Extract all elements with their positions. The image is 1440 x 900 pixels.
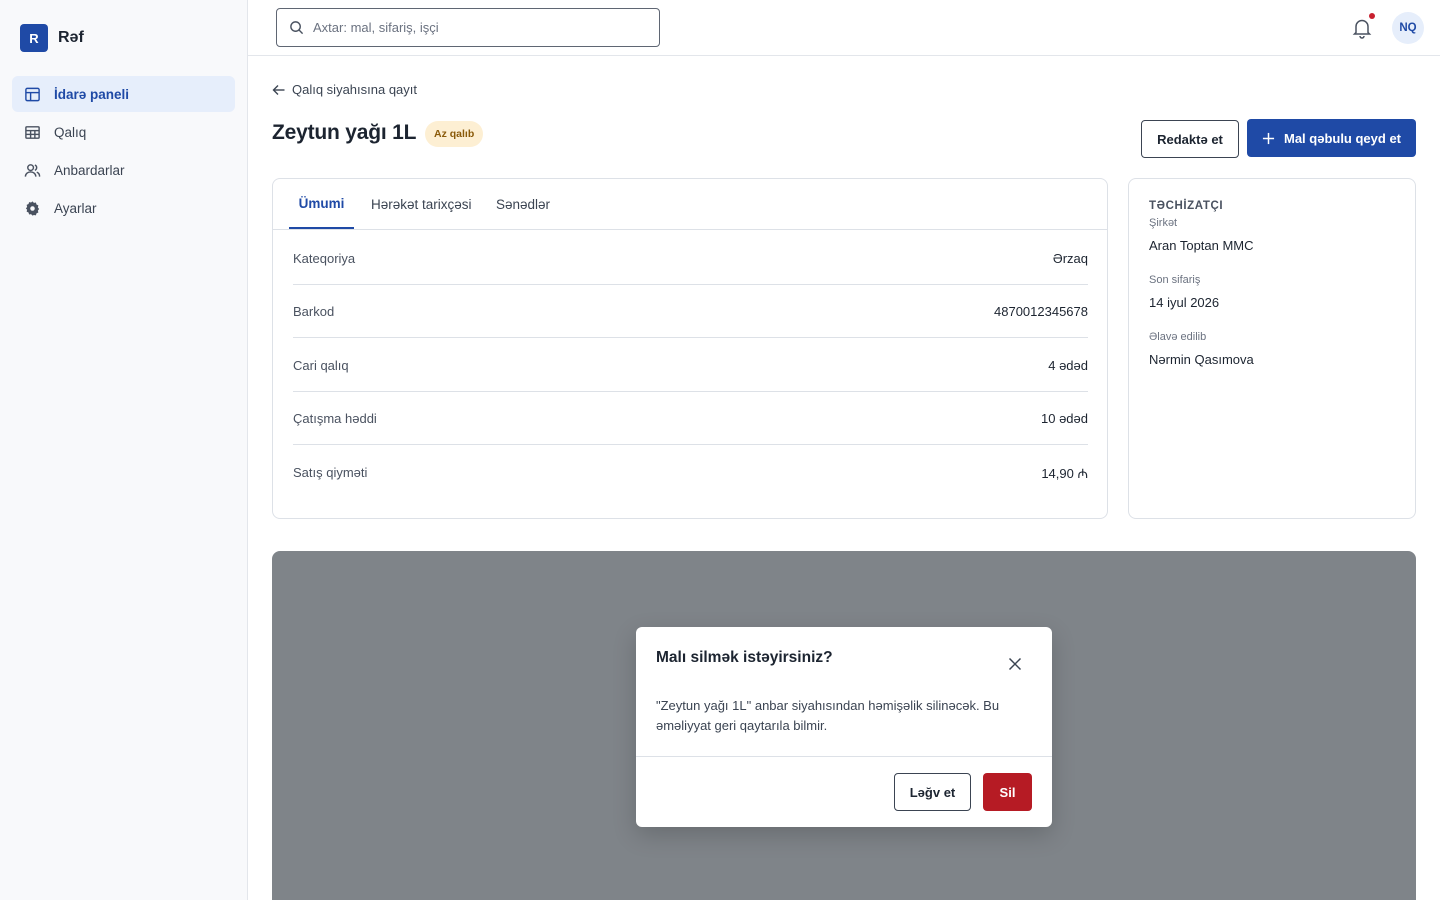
back-link[interactable]: Qalıq siyahısına qayıt: [272, 82, 417, 97]
supplier-field-label: Əlavə edilib: [1149, 331, 1207, 343]
arrow-left-icon: [272, 84, 285, 95]
sidebar-item-dashboard[interactable]: İdarə paneli: [12, 76, 235, 112]
detail-row-current-stock: Cari qalıq 4 ədəd: [293, 338, 1088, 392]
delete-button[interactable]: Sil: [983, 773, 1032, 811]
detail-row-category: Kateqoriya Ərzaq: [293, 231, 1088, 285]
dialog-message: "Zeytun yağı 1L" anbar siyahısından həmi…: [656, 698, 1000, 733]
record-receipt-label: Mal qəbulu qeyd et: [1283, 130, 1401, 146]
sidebar-item-stock[interactable]: Qalıq: [12, 114, 235, 150]
dashboard-icon: [25, 87, 40, 101]
supplier-field-label: Son sifariş: [1149, 274, 1201, 286]
dialog-divider: [636, 756, 1052, 757]
table-icon: [25, 125, 40, 139]
sidebar: R Rəf İdarə paneli Qalıq Anbardarlar Aya…: [0, 0, 248, 900]
supplier-added-by: Nərmin Qasımova: [1149, 352, 1254, 367]
sidebar-nav: İdarə paneli Qalıq Anbardarlar Ayarlar: [12, 76, 235, 228]
supplier-title: TƏCHİZATÇI: [1149, 200, 1224, 212]
detail-value: 4 ədəd: [1048, 357, 1088, 373]
gear-icon: [25, 200, 40, 216]
status-badge: Az qalıb: [425, 121, 484, 147]
detail-label: Çatışma həddi: [293, 411, 377, 427]
sidebar-item-label: Ayarlar: [54, 200, 97, 216]
supplier-company: Aran Toptan MMC: [1149, 238, 1254, 253]
detail-row-barcode: Barkod 4870012345678: [293, 285, 1088, 338]
tab-movement-history[interactable]: Hərəkət tarixçəsi: [371, 179, 472, 229]
tab-general[interactable]: Ümumi: [289, 179, 354, 229]
details-list: Kateqoriya Ərzaq Barkod 4870012345678 Ca…: [293, 231, 1088, 499]
record-receipt-button[interactable]: Mal qəbulu qeyd et: [1247, 119, 1416, 157]
detail-row-sale-price: Satış qiyməti 14,90 ₼: [293, 445, 1088, 499]
product-details-card: Ümumi Hərəkət tarixçəsi Sənədlər Kateqor…: [272, 178, 1108, 519]
cancel-button[interactable]: Ləğv et: [894, 773, 971, 811]
dialog-title: Malı silmək istəyirsiniz?: [656, 649, 833, 666]
search-icon: [290, 21, 304, 35]
search-box[interactable]: [276, 8, 660, 47]
brand-logo: R: [20, 24, 48, 52]
close-icon: [1008, 657, 1022, 671]
sidebar-item-label: İdarə paneli: [54, 86, 130, 102]
detail-label: Cari qalıq: [293, 357, 349, 373]
detail-label: Barkod: [293, 304, 335, 320]
avatar[interactable]: NQ: [1392, 12, 1424, 44]
detail-value: 10 ədəd: [1041, 411, 1088, 427]
search-input[interactable]: [313, 20, 643, 35]
delete-confirm-dialog: Malı silmək istəyirsiniz? "Zeytun yağı 1…: [636, 627, 1052, 827]
page-title: Zeytun yağı 1L: [272, 121, 417, 144]
detail-value: 14,90 ₼: [1041, 465, 1088, 481]
back-link-label: Qalıq siyahısına qayıt: [292, 82, 418, 97]
sidebar-item-label: Anbardarlar: [54, 162, 125, 178]
detail-row-shortage-threshold: Çatışma həddi 10 ədəd: [293, 392, 1088, 445]
tab-bar: Ümumi Hərəkət tarixçəsi Sənədlər: [273, 179, 1107, 230]
topbar: NQ: [248, 0, 1440, 56]
supplier-last-order: 14 iyul 2026: [1149, 295, 1220, 310]
plus-icon: [1262, 132, 1275, 144]
sidebar-item-storekeepers[interactable]: Anbardarlar: [12, 152, 235, 188]
tab-documents[interactable]: Sənədlər: [496, 179, 550, 229]
brand-name: Rəf: [58, 29, 84, 46]
notification-dot: [1369, 13, 1375, 19]
close-button[interactable]: [1004, 653, 1026, 675]
sidebar-item-settings[interactable]: Ayarlar: [12, 190, 235, 226]
detail-label: Kateqoriya: [293, 250, 356, 266]
brand[interactable]: R Rəf: [20, 24, 84, 52]
users-icon: [24, 163, 41, 177]
sidebar-item-label: Qalıq: [54, 124, 87, 140]
supplier-field-label: Şirkət: [1149, 217, 1178, 229]
supplier-card: TƏCHİZATÇI Şirkət Aran Toptan MMC Son si…: [1128, 178, 1416, 519]
detail-value: 4870012345678: [994, 304, 1088, 320]
bell-icon[interactable]: [1352, 17, 1372, 39]
detail-value: Ərzaq: [1052, 250, 1088, 266]
detail-label: Satış qiyməti: [293, 465, 368, 481]
edit-button[interactable]: Redaktə et: [1141, 120, 1239, 158]
